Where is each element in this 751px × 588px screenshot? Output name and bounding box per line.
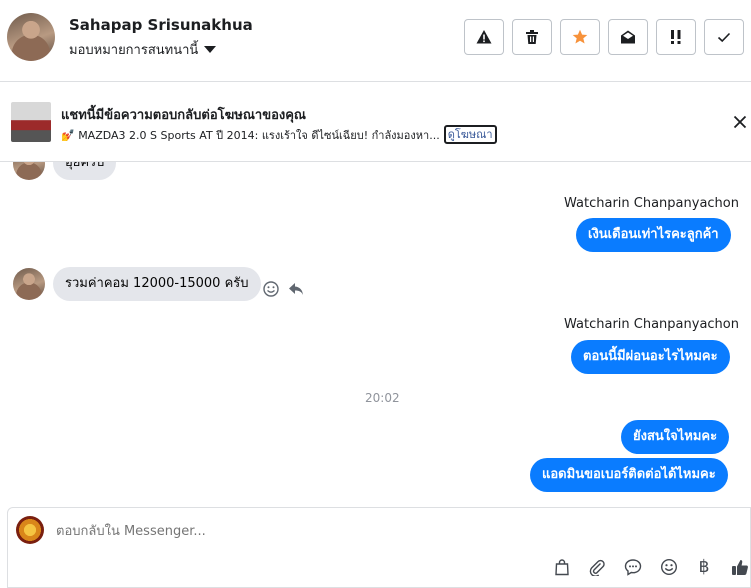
thumbs-up-icon[interactable] [730,557,750,577]
sender-name: Watcharin Chanpanyachon [564,196,739,211]
conversation-header: Sahapap Srisunakhua มอบหมายการสนทนานี้ [0,0,751,82]
message-timestamp: 20:02 [365,391,400,405]
star-icon [572,29,588,44]
priority-button[interactable] [656,19,696,55]
reply-input[interactable] [56,521,656,541]
outgoing-message: เงินเดือนเท่าไรคะลูกค้า [576,218,731,252]
mark-done-button[interactable] [704,19,744,55]
follow-up-button[interactable] [560,19,600,55]
baht-icon[interactable]: ฿ [694,557,714,577]
react-emoji-icon[interactable] [262,280,280,298]
emoji-icon[interactable] [659,557,679,577]
reply-icon[interactable] [287,280,305,298]
outgoing-message: แอดมินขอเบอร์ติดต่อได้ไหมคะ [530,458,728,492]
trash-icon [526,30,538,44]
contact-name[interactable]: Sahapap Srisunakhua [69,16,253,34]
contact-avatar-small [13,268,45,300]
shopping-bag-icon[interactable] [552,557,572,577]
contact-avatar-small [13,162,45,180]
incoming-message: อุ๊ยครับ [53,162,117,180]
view-ad-link[interactable]: ดูโฆษณา [443,125,497,144]
outgoing-message: ตอนนี้มีผ่อนอะไรไหมคะ [571,340,730,374]
assign-label: มอบหมายการสนทนานี้ [69,43,199,58]
contact-avatar[interactable] [7,13,55,61]
outgoing-message: ยังสนใจไหมคะ [621,420,730,454]
message-thread[interactable]: อุ๊ยครับ Watcharin Chanpanyachon เงินเดื… [0,162,751,507]
envelope-open-icon [621,30,635,44]
exclamation-icon [671,30,681,44]
incoming-message: รวมค่าคอม 12000-15000 ครับ [53,267,261,301]
warning-icon [476,30,492,44]
check-icon [717,32,731,43]
page-avatar [16,516,44,544]
ad-description-text: 💅 MAZDA3 2.0 S Sports AT ปี 2014: แรงเร้… [61,128,440,142]
ad-banner-title: แชทนี้มีข้อความตอบกลับต่อโฆษณาของคุณ [61,108,306,123]
baht-symbol: ฿ [698,557,710,577]
mark-unread-button[interactable] [608,19,648,55]
ad-banner-description: 💅 MAZDA3 2.0 S Sports AT ปี 2014: แรงเร้… [61,125,497,144]
paperclip-icon[interactable] [587,557,607,577]
delete-button[interactable] [512,19,552,55]
ad-thumbnail[interactable] [11,102,51,142]
spam-button[interactable] [464,19,504,55]
assign-conversation-dropdown[interactable]: มอบหมายการสนทนานี้ [69,39,217,60]
close-icon[interactable] [730,112,750,132]
chat-bubble-icon[interactable] [623,557,643,577]
caret-down-icon [204,46,217,53]
sender-name: Watcharin Chanpanyachon [564,317,739,332]
